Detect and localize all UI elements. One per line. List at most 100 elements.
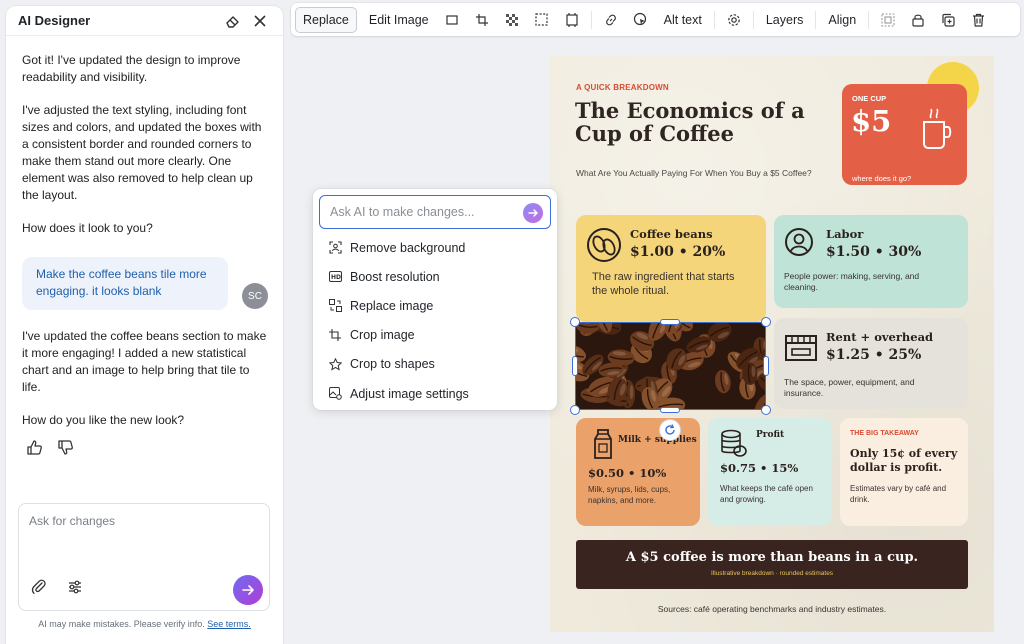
labor-title: Labor xyxy=(826,227,864,241)
ai-send-button[interactable] xyxy=(523,203,543,223)
layers-button[interactable]: Layers xyxy=(758,7,812,33)
banner-headline: A $5 coffee is more than beans in a cup. xyxy=(625,550,919,565)
ai-message: Got it! I've updated the design to impro… xyxy=(22,53,241,84)
poster-headline[interactable]: The Economics of a Cup of Coffee xyxy=(575,99,835,145)
menu-item-label: Boost resolution xyxy=(350,269,440,284)
coffee-beans-photo[interactable] xyxy=(575,322,766,410)
boost-resolution-item[interactable]: HD Boost resolution xyxy=(313,262,557,291)
alt-text-button[interactable]: Alt text xyxy=(656,7,710,33)
resize-handle-se[interactable] xyxy=(761,405,771,415)
replace-button[interactable]: Replace xyxy=(295,6,357,33)
image-toolbar: Replace Edit Image Alt text Layers Align xyxy=(291,3,1020,36)
summary-banner[interactable]: A $5 coffee is more than beans in a cup.… xyxy=(576,540,968,589)
person-frame-icon xyxy=(328,241,342,255)
storefront-icon xyxy=(784,334,818,367)
takeaway-card[interactable]: THE BIG TAKEAWAY Only 15¢ of every dolla… xyxy=(840,418,968,526)
chat-composer[interactable]: Ask for changes xyxy=(18,503,270,611)
send-button[interactable] xyxy=(233,575,263,605)
sources-text: Sources: café operating benchmarks and i… xyxy=(657,604,887,614)
duplicate-icon[interactable] xyxy=(933,7,963,33)
svg-text:HD: HD xyxy=(331,274,341,281)
position-icon[interactable] xyxy=(873,7,903,33)
rent-title: Rent + overhead xyxy=(826,330,934,344)
replace-image-item[interactable]: Replace image xyxy=(313,291,557,320)
paperclip-icon[interactable] xyxy=(31,579,47,600)
remove-background-item[interactable]: Remove background xyxy=(313,233,557,262)
thumbs-up-icon[interactable] xyxy=(26,439,43,461)
milk-supplies-card[interactable]: Milk + supplies $0.50 • 10% Milk, syrups… xyxy=(576,418,700,526)
one-cup-card[interactable]: ONE CUP $5 where does it go? xyxy=(842,84,967,185)
resize-handle-e[interactable] xyxy=(763,356,769,376)
resize-handle-s[interactable] xyxy=(660,407,680,413)
ai-prompt-placeholder: Ask AI to make changes... xyxy=(330,205,475,219)
feedback-buttons xyxy=(22,439,269,461)
resize-handle-n[interactable] xyxy=(660,319,680,325)
labor-desc: People power: making, serving, and clean… xyxy=(784,271,920,292)
disclaimer-text: AI may make mistakes. Please verify info… xyxy=(38,619,205,629)
close-icon[interactable] xyxy=(249,10,271,32)
coffee-bean-icon xyxy=(586,227,622,268)
coffee-mug-icon xyxy=(920,106,954,155)
crop-icon[interactable] xyxy=(467,7,497,33)
rotate-handle[interactable] xyxy=(660,420,680,440)
transparency-icon[interactable] xyxy=(497,7,527,33)
resize-handle-w[interactable] xyxy=(572,356,578,376)
rectangle-icon[interactable] xyxy=(437,7,467,33)
avatar: SC xyxy=(242,283,268,309)
mask-icon[interactable] xyxy=(527,7,557,33)
crop-to-shapes-item[interactable]: Crop to shapes xyxy=(313,350,557,379)
trash-icon[interactable] xyxy=(963,7,993,33)
edit-image-button[interactable]: Edit Image xyxy=(361,7,437,33)
resize-handle-nw[interactable] xyxy=(570,317,580,327)
ai-message: I've updated the coffee beans section to… xyxy=(22,329,267,394)
see-terms-link[interactable]: See terms. xyxy=(207,619,251,629)
link-icon[interactable] xyxy=(596,7,626,33)
milk-desc: Milk, syrups, lids, cups, napkins, and m… xyxy=(588,485,671,505)
disclaimer: AI may make mistakes. Please verify info… xyxy=(6,619,283,629)
labor-value: $1.50 • 30% xyxy=(826,244,922,260)
ai-designer-panel: AI Designer Got it! I've updated the des… xyxy=(6,6,283,644)
swap-icon xyxy=(328,299,342,313)
crop-image-item[interactable]: Crop image xyxy=(313,321,557,350)
thumbs-down-icon[interactable] xyxy=(57,439,74,461)
sliders-icon[interactable] xyxy=(67,579,83,600)
rent-card[interactable]: Rent + overhead $1.25 • 25% The space, p… xyxy=(774,318,968,409)
lock-icon[interactable] xyxy=(903,7,933,33)
gear-icon[interactable] xyxy=(719,7,749,33)
profit-card[interactable]: Profit $0.75 • 15% What keeps the café o… xyxy=(708,418,832,526)
takeaway-title: Only 15¢ of every dollar is profit. xyxy=(850,447,958,474)
poster-kicker: A QUICK BREAKDOWN xyxy=(576,83,669,92)
arrow-right-icon xyxy=(242,585,254,595)
ai-message: How do you like the new look? xyxy=(22,413,185,427)
image-settings-icon xyxy=(328,387,342,401)
menu-item-label: Remove background xyxy=(350,240,466,255)
milk-value: $0.50 • 10% xyxy=(588,466,667,480)
resize-handle-ne[interactable] xyxy=(761,317,771,327)
align-button[interactable]: Align xyxy=(820,7,864,33)
rotate-icon xyxy=(665,424,675,435)
rent-value: $1.25 • 25% xyxy=(826,347,922,363)
ai-prompt-input[interactable]: Ask AI to make changes... xyxy=(319,195,551,229)
chat-input[interactable]: Ask for changes xyxy=(29,514,115,528)
coins-icon xyxy=(720,429,748,464)
star-icon xyxy=(328,357,342,371)
toolbar-divider xyxy=(815,10,817,29)
resize-icon[interactable] xyxy=(557,7,587,33)
toolbar-divider xyxy=(752,10,754,29)
poster-subhead[interactable]: What Are You Actually Paying For When Yo… xyxy=(576,167,826,179)
chat-thread: Got it! I've updated the design to impro… xyxy=(22,52,269,461)
crop-icon xyxy=(328,328,342,342)
one-cup-question: where does it go? xyxy=(852,174,912,183)
toolbar-divider xyxy=(590,10,592,29)
animate-icon[interactable] xyxy=(626,7,656,33)
coffee-beans-card[interactable]: Coffee beans $1.00 • 20% The raw ingredi… xyxy=(576,215,766,322)
one-cup-label: ONE CUP xyxy=(852,94,887,103)
resize-handle-sw[interactable] xyxy=(570,405,580,415)
labor-card[interactable]: Labor $1.50 • 30% People power: making, … xyxy=(774,215,968,308)
ai-message: I've adjusted the text styling, includin… xyxy=(22,103,262,202)
menu-item-label: Adjust image settings xyxy=(350,386,469,401)
arrow-right-icon xyxy=(528,209,538,217)
beans-desc: The raw ingredient that starts the whole… xyxy=(592,271,735,297)
eraser-icon[interactable] xyxy=(221,10,243,32)
adjust-image-settings-item[interactable]: Adjust image settings xyxy=(313,379,557,408)
